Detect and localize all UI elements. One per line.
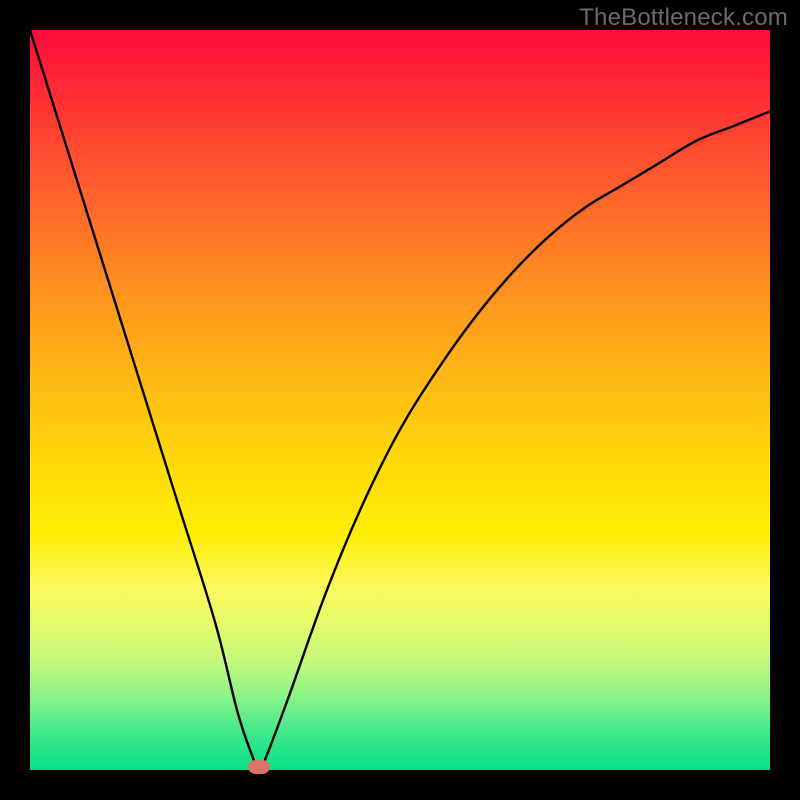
bottleneck-curve <box>30 30 770 770</box>
plot-area <box>30 30 770 770</box>
chart-frame: TheBottleneck.com <box>0 0 800 800</box>
optimal-point-marker <box>248 760 270 774</box>
watermark-text: TheBottleneck.com <box>579 4 788 32</box>
curve-svg <box>30 30 770 770</box>
